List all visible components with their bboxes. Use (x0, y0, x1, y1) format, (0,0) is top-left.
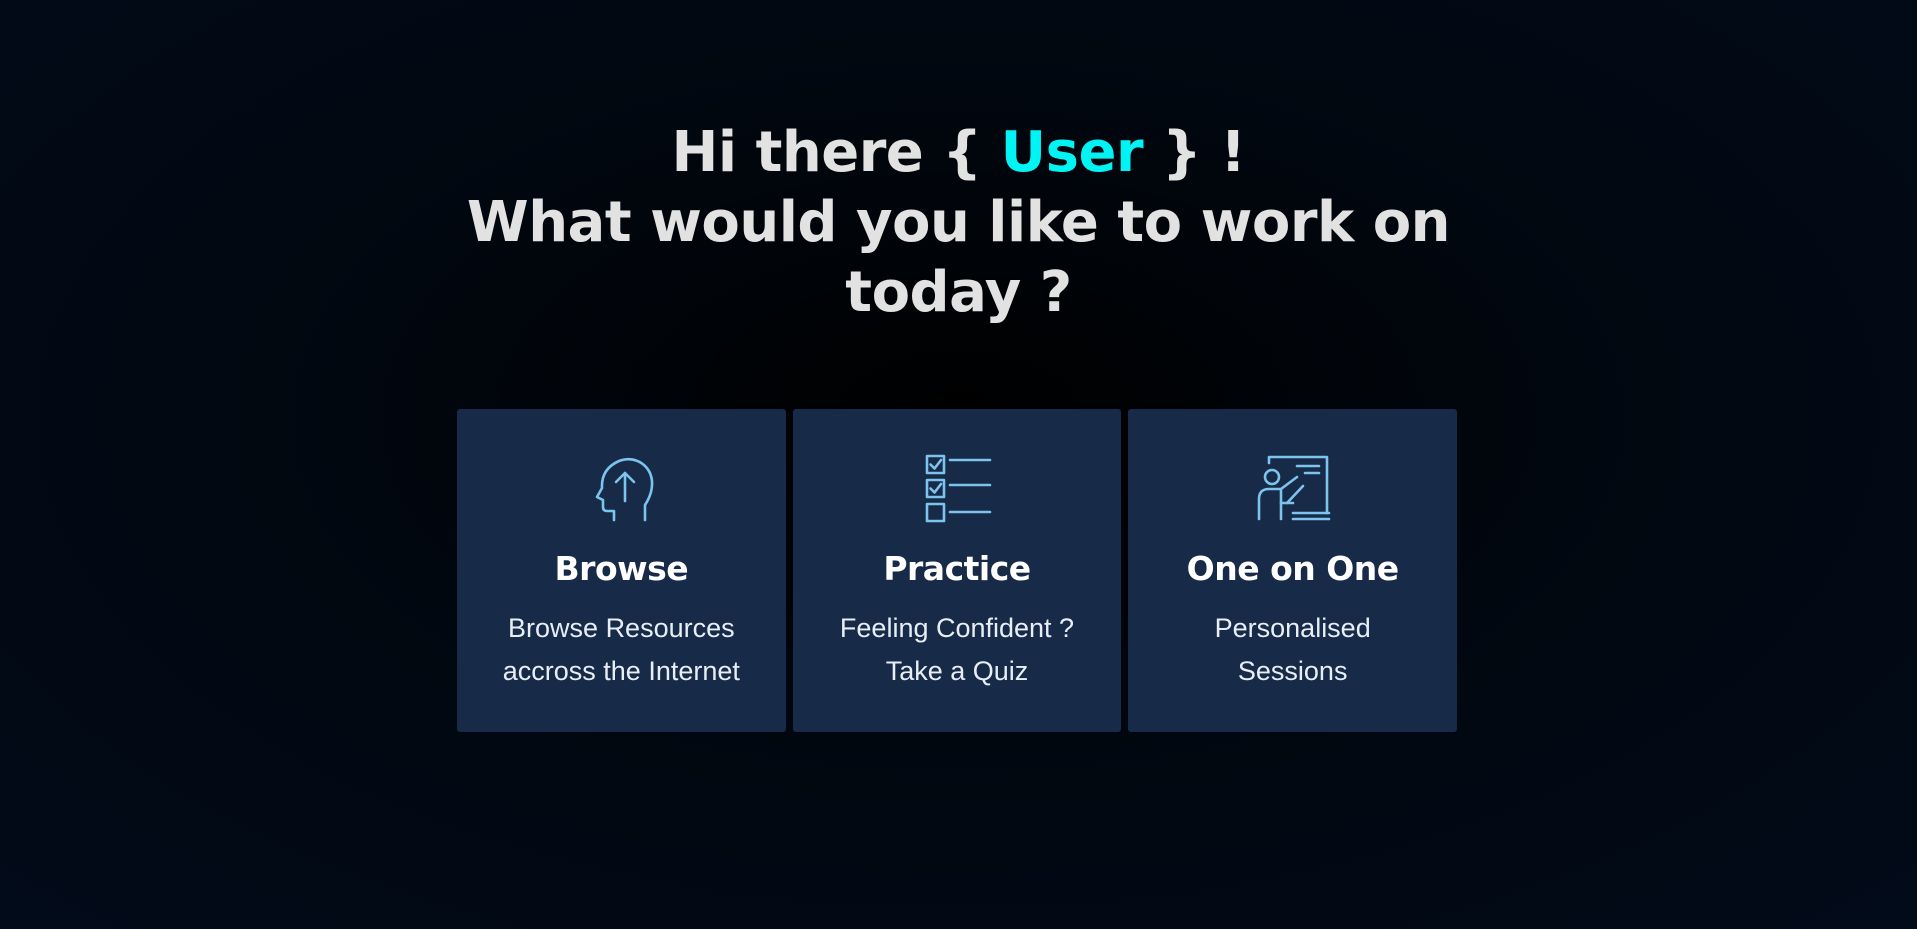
browse-description-line-1: Browse Resources (508, 613, 735, 643)
practice-card[interactable]: Practice Feeling Confident ? Take a Quiz (792, 409, 1122, 732)
practice-description-line-1: Feeling Confident ? (839, 613, 1075, 643)
browse-title: Browse (554, 549, 689, 588)
greeting-line-1: Hi there { User } ! (0, 118, 1917, 188)
greeting-suffix: } ! (1143, 120, 1246, 185)
browse-description-line-2: accross the Internet (502, 656, 740, 686)
browse-card[interactable]: Browse Browse Resources accross the Inte… (457, 409, 786, 732)
one-on-one-description: Personalised Sessions (1163, 607, 1423, 693)
greeting-heading: Hi there { User } ! What would you like … (0, 118, 1917, 328)
practice-description: Feeling Confident ? Take a Quiz (827, 607, 1087, 693)
options-cards: Browse Browse Resources accross the Inte… (457, 409, 1458, 732)
greeting-line-3: today ? (845, 260, 1072, 325)
user-name: User (1000, 120, 1144, 185)
one-on-one-description-line-2: Sessions (1237, 656, 1348, 686)
one-on-one-title: One on One (1186, 549, 1400, 588)
greeting-line-2: What would you like to work on (466, 190, 1451, 255)
greeting-prefix: Hi there { (671, 120, 1001, 185)
head-arrow-up-icon (581, 447, 661, 527)
checklist-icon (917, 447, 997, 527)
page: Hi there { User } ! What would you like … (0, 0, 1917, 929)
one-on-one-description-line-1: Personalised (1214, 613, 1371, 643)
practice-title: Practice (883, 549, 1031, 588)
presentation-board-icon (1253, 447, 1333, 527)
practice-description-line-2: Take a Quiz (885, 656, 1029, 686)
one-on-one-card[interactable]: One on One Personalised Sessions (1128, 409, 1458, 732)
browse-description: Browse Resources accross the Internet (491, 607, 751, 693)
